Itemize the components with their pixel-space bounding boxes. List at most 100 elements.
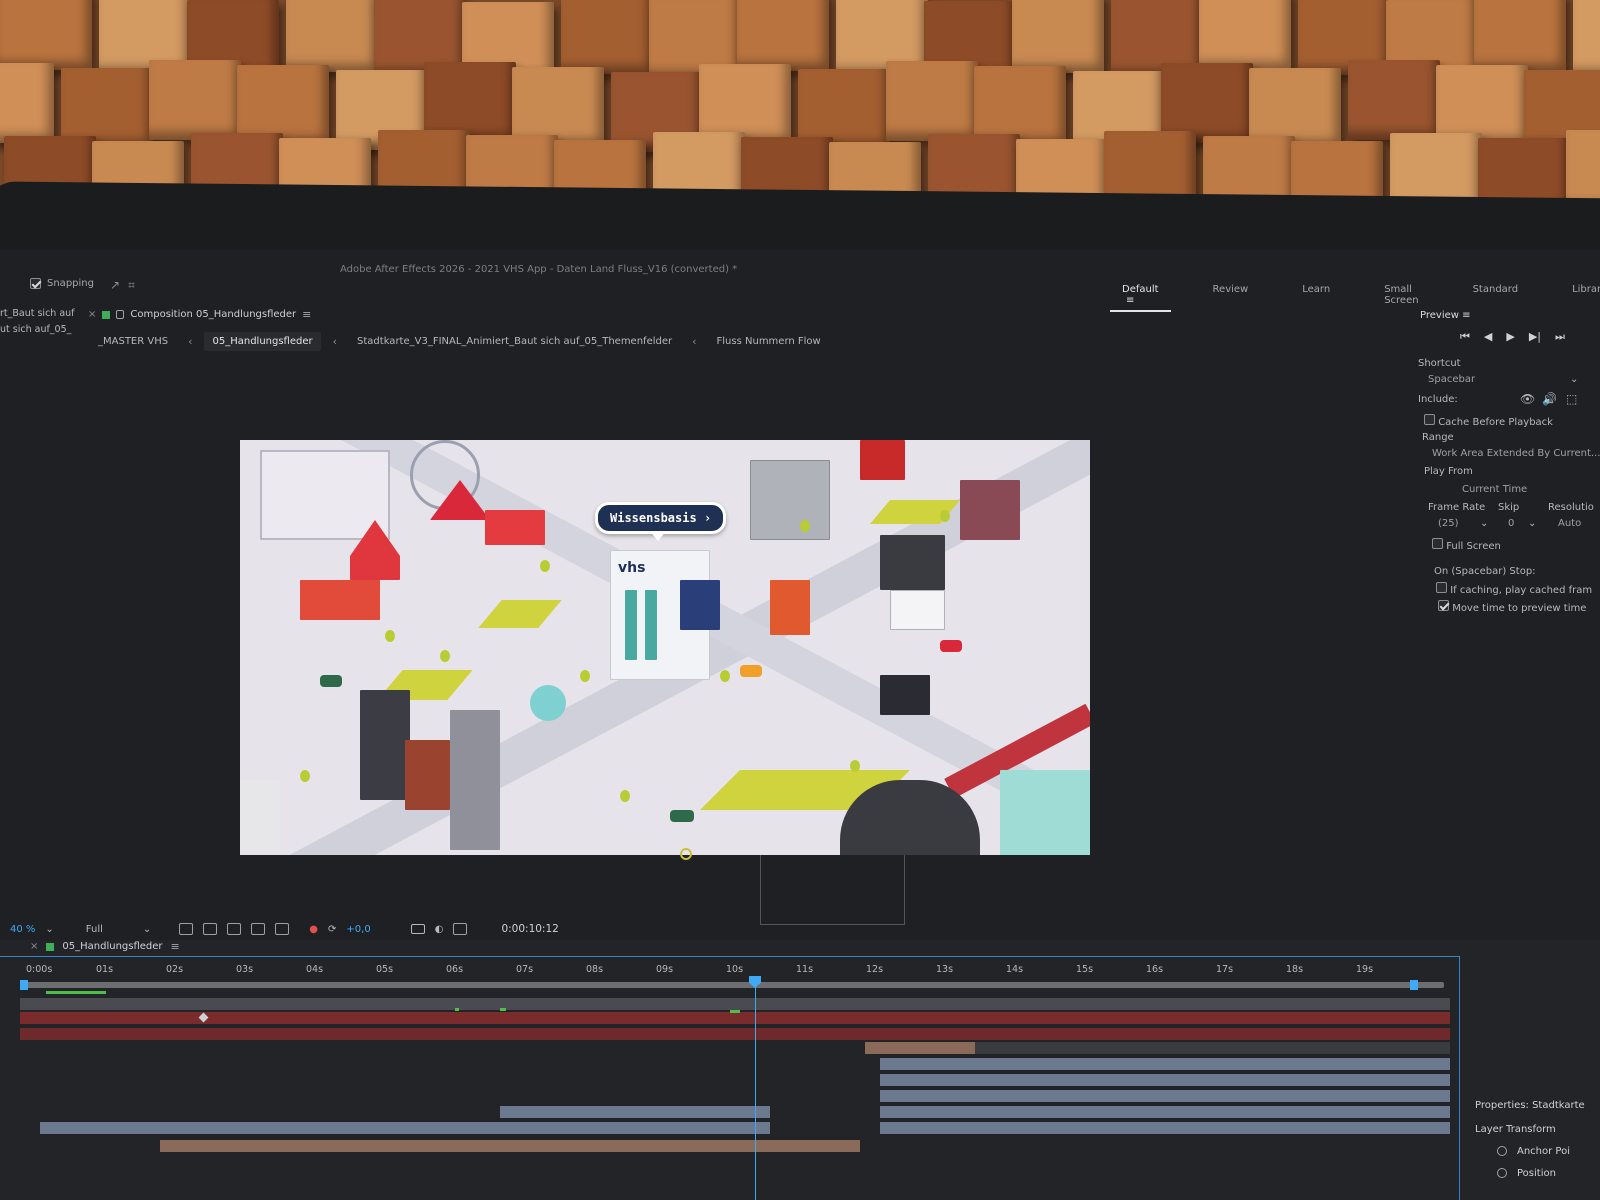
snapping-toggle[interactable]: Snapping xyxy=(30,278,94,289)
timeline-layer-bar[interactable] xyxy=(975,1042,1450,1054)
color-channels-icon[interactable]: ● xyxy=(309,924,318,935)
resolution-select[interactable]: Auto xyxy=(1558,518,1581,529)
stopwatch-icon[interactable] xyxy=(1497,1168,1507,1178)
work-area-end-handle[interactable] xyxy=(1410,980,1418,990)
grid-guides-icon[interactable] xyxy=(275,923,290,935)
workspace-menu-icon[interactable]: ≡ xyxy=(1126,295,1134,306)
last-frame-icon[interactable]: ⏭ xyxy=(1555,330,1565,344)
snap-feature-icon[interactable]: ⌗ xyxy=(128,278,135,293)
project-item-1[interactable]: rt_Baut sich auf xyxy=(0,308,75,319)
region-of-interest-icon[interactable] xyxy=(251,923,266,935)
dark-tower xyxy=(360,690,410,800)
brick-building xyxy=(960,480,1020,540)
workspace-small-screen[interactable]: Small Screen xyxy=(1372,280,1430,312)
chevron-down-icon[interactable]: ⌄ xyxy=(1570,374,1578,385)
breadcrumb-fluss-nummern-flow[interactable]: Fluss Nummern Flow xyxy=(709,332,829,351)
workspace-default[interactable]: Default ≡ xyxy=(1110,280,1171,312)
timeline-layer-bar[interactable] xyxy=(880,1074,1450,1086)
workspace-review[interactable]: Review xyxy=(1201,280,1261,312)
mask-visibility-icon[interactable] xyxy=(227,923,242,935)
preview-panel-title: Preview ≡ xyxy=(1420,310,1471,321)
workspace-standard[interactable]: Standard xyxy=(1461,280,1531,312)
lock-icon[interactable] xyxy=(116,310,125,319)
timeline-layer-bar[interactable] xyxy=(20,998,1450,1010)
if-caching-option[interactable]: If caching, play cached fram xyxy=(1436,582,1592,596)
move-time-checkbox[interactable] xyxy=(1438,600,1449,611)
chevron-down-icon[interactable]: ⌄ xyxy=(1528,518,1536,529)
ruler-tick-label: 17s xyxy=(1216,964,1234,975)
ruler-tick-label: 13s xyxy=(936,964,954,975)
panel-menu-icon[interactable]: ≡ xyxy=(171,940,180,953)
chevron-down-icon[interactable]: ⌄ xyxy=(1480,518,1488,529)
timeline-layer-bar[interactable] xyxy=(20,1012,1450,1024)
zoom-level[interactable]: 40 % xyxy=(10,924,35,935)
timeline-tab[interactable]: × 05_Handlungsfleder ≡ xyxy=(30,940,180,953)
move-time-option[interactable]: Move time to preview time xyxy=(1438,600,1586,614)
frame-rate-select[interactable]: (25) xyxy=(1438,518,1459,529)
include-audio-icon[interactable]: 🔊 xyxy=(1542,392,1557,406)
breadcrumb-master-vhs[interactable]: _MASTER VHS xyxy=(90,332,176,351)
ruler-tick-label: 03s xyxy=(236,964,254,975)
range-select[interactable]: Work Area Extended By Current... xyxy=(1432,448,1600,459)
workspace-learn[interactable]: Learn xyxy=(1290,280,1342,312)
transparency-grid-icon[interactable] xyxy=(203,923,218,935)
next-frame-icon[interactable]: ▶| xyxy=(1529,330,1541,344)
breadcrumb-handlungsfleder[interactable]: 05_Handlungsfleder xyxy=(204,332,321,351)
panel-menu-icon[interactable]: ≡ xyxy=(302,308,311,321)
cache-before-playback-option[interactable]: Cache Before Playback xyxy=(1424,414,1553,428)
workspace-libraries[interactable]: Libraries xyxy=(1560,280,1600,312)
stopwatch-icon[interactable] xyxy=(1497,1146,1507,1156)
timeline-layer-bar[interactable] xyxy=(880,1122,1450,1134)
include-overlays-icon[interactable]: ⬚ xyxy=(1566,392,1577,406)
timeline-layer-bar[interactable] xyxy=(500,1106,770,1118)
close-tab-icon[interactable]: × xyxy=(88,309,96,320)
play-from-label: Play From xyxy=(1424,466,1473,477)
work-area-bar[interactable] xyxy=(24,982,1444,988)
playhead-line[interactable] xyxy=(755,978,756,1200)
full-screen-option[interactable]: Full Screen xyxy=(1432,538,1501,552)
composition-title[interactable]: Composition 05_Handlungsfleder xyxy=(130,309,296,320)
panel-menu-icon[interactable]: ≡ xyxy=(1462,310,1470,321)
current-timecode[interactable]: 0:00:10:12 xyxy=(501,923,558,935)
snapshot-camera-icon[interactable] xyxy=(410,924,425,934)
snap-edge-icon[interactable]: ↗ xyxy=(110,278,120,293)
shortcut-select[interactable]: Spacebar xyxy=(1428,374,1475,385)
first-frame-icon[interactable]: ⏮ xyxy=(1460,330,1470,344)
previous-frame-icon[interactable]: ◀ xyxy=(1484,330,1492,344)
full-screen-checkbox[interactable] xyxy=(1432,538,1443,549)
cache-checkbox[interactable] xyxy=(1424,414,1435,425)
wissensbasis-bubble[interactable]: Wissensbasis › xyxy=(595,502,727,541)
timeline-layer-bar[interactable] xyxy=(880,1106,1450,1118)
ruler-tick-label: 15s xyxy=(1076,964,1094,975)
show-snapshot-icon[interactable]: ◐ xyxy=(435,924,444,935)
timeline-layer-bar[interactable] xyxy=(20,1028,1450,1040)
resolution-select[interactable]: Full ⌄ xyxy=(86,924,152,935)
fast-preview-icon[interactable] xyxy=(179,923,194,935)
channel-icon[interactable] xyxy=(453,923,468,935)
chevron-down-icon[interactable]: ⌄ xyxy=(45,924,53,935)
include-video-icon[interactable]: 👁 xyxy=(1520,392,1535,406)
work-area-start-handle[interactable] xyxy=(20,980,28,990)
safe-area-guide xyxy=(760,855,905,925)
timeline-layer-bar[interactable] xyxy=(880,1090,1450,1102)
anchor-point-property[interactable]: Anchor Poi xyxy=(1497,1146,1570,1157)
timeline-layer-bar[interactable] xyxy=(40,1122,770,1134)
play-from-select[interactable]: Current Time xyxy=(1462,484,1527,495)
breadcrumb-stadtkarte[interactable]: Stadtkarte_V3_FINAL_Animiert_Baut sich a… xyxy=(349,332,680,351)
project-item-2[interactable]: ut sich auf_05_ xyxy=(0,324,71,335)
snapping-checkbox[interactable] xyxy=(30,278,41,289)
position-property[interactable]: Position xyxy=(1497,1168,1556,1179)
exposure-value[interactable]: +0,0 xyxy=(346,924,370,935)
timeline-tab-label: 05_Handlungsfleder xyxy=(62,941,163,952)
composition-viewer[interactable]: vhs Wissensbasis › xyxy=(240,440,1090,855)
wood-block xyxy=(1478,138,1570,205)
skip-select[interactable]: 0 xyxy=(1508,518,1514,529)
if-caching-checkbox[interactable] xyxy=(1436,582,1447,593)
timeline-layer-bar[interactable] xyxy=(865,1042,975,1054)
layer-transform-section[interactable]: Layer Transform xyxy=(1475,1124,1556,1135)
close-tab-icon[interactable]: × xyxy=(30,941,38,952)
reset-exposure-icon[interactable]: ⟳ xyxy=(328,924,336,935)
timeline-layer-bar[interactable] xyxy=(880,1058,1450,1070)
play-icon[interactable]: ▶ xyxy=(1506,330,1514,344)
anchor-point-icon[interactable] xyxy=(680,848,692,860)
